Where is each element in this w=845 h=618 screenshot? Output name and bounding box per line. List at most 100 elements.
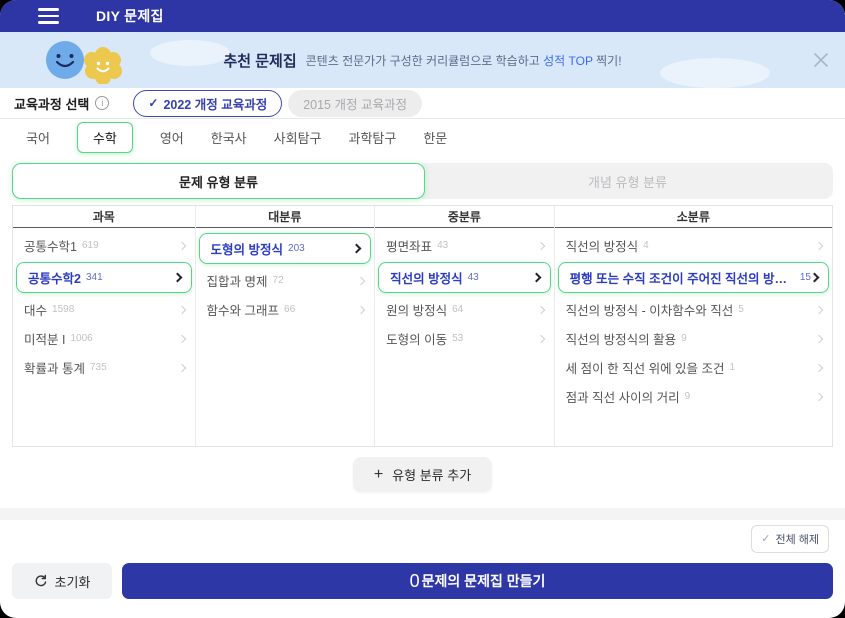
add-type-classification-button[interactable]: + 유형 분류 추가: [353, 457, 492, 492]
subject-tab[interactable]: 과학탐구: [349, 128, 397, 147]
subject-tab[interactable]: 국어: [26, 128, 50, 147]
item-label: 점과 직선 사이의 거리: [566, 387, 680, 406]
item-label: 함수와 그래프: [207, 300, 279, 319]
list-item[interactable]: 도형의 이동 53: [375, 324, 554, 353]
curriculum-select-label: 교육과정 선택: [14, 94, 89, 113]
item-label: 도형의 이동: [386, 329, 447, 348]
item-count: 43: [437, 240, 448, 251]
chevron-right-icon: [815, 305, 823, 313]
subject-tab[interactable]: 영어: [160, 128, 184, 147]
banner-title: 추천 문제집: [223, 50, 296, 71]
chevron-right-icon: [177, 241, 185, 249]
item-label: 원의 방정식: [386, 300, 447, 319]
list-item[interactable]: 대수1598: [13, 295, 195, 324]
table-column: 중분류평면좌표43직선의 방정식43원의 방정식64도형의 이동53: [375, 206, 555, 446]
info-icon[interactable]: i: [95, 96, 109, 110]
table-column: 대분류도형의 방정식203집합과 명제72함수와 그래프66: [196, 206, 376, 446]
subject-tab[interactable]: 한문: [423, 128, 447, 147]
curriculum-select-row: 교육과정 선택 i ✓2022 개정 교육과정2015 개정 교육과정: [0, 88, 845, 118]
list-item[interactable]: 세 점이 한 직선 위에 있을 조건1: [555, 353, 832, 382]
classification-tab[interactable]: 개념 유형 분류: [422, 163, 833, 199]
chevron-right-icon: [531, 273, 541, 283]
banner-description: 콘텐츠 전문가가 구성한 커리큘럼으로 학습하고 성적 TOP 찍기!: [306, 52, 622, 69]
curriculum-option[interactable]: ✓2022 개정 교육과정: [133, 90, 282, 117]
item-label: 직선의 방정식의 활용: [566, 329, 676, 348]
item-count: 64: [452, 304, 463, 315]
list-item[interactable]: 평면좌표 43: [375, 231, 554, 260]
promo-banner: 추천 문제집 콘텐츠 전문가가 구성한 커리큘럼으로 학습하고 성적 TOP 찍…: [0, 32, 845, 88]
item-label: 평면좌표: [386, 236, 432, 255]
list-item[interactable]: 직선의 방정식의 활용9: [555, 324, 832, 353]
table-column: 소분류직선의 방정식4평행 또는 수직 조건이 주어진 직선의 방정식15직선의…: [555, 206, 832, 446]
list-item[interactable]: 공통수학1619: [13, 231, 195, 260]
create-workbook-button[interactable]: 0 문제의 문제집 만들기: [122, 563, 833, 599]
list-item[interactable]: 집합과 명제72: [196, 266, 375, 295]
item-count: 5: [738, 304, 744, 315]
banner-text: 추천 문제집 콘텐츠 전문가가 구성한 커리큘럼으로 학습하고 성적 TOP 찍…: [223, 50, 621, 71]
list-item[interactable]: 점과 직선 사이의 거리 9: [555, 382, 832, 411]
list-item[interactable]: 함수와 그래프 66: [196, 295, 375, 324]
list-item[interactable]: 공통수학2341: [16, 262, 192, 293]
item-count: 43: [468, 272, 479, 283]
curriculum-option[interactable]: 2015 개정 교육과정: [288, 90, 422, 117]
column-list: 도형의 방정식203집합과 명제72 함수와 그래프 66: [196, 228, 375, 324]
item-label: 확률과 통계: [24, 358, 85, 377]
chevron-right-icon: [536, 241, 544, 249]
section-separator: [0, 508, 845, 520]
chevron-right-icon: [815, 392, 823, 400]
classification-tab[interactable]: 문제 유형 분류: [12, 163, 425, 199]
plus-icon: +: [374, 467, 383, 483]
item-count: 4: [643, 240, 649, 251]
column-header: 과목: [13, 206, 195, 228]
item-count: 9: [685, 391, 691, 402]
banner-highlight: 성적 TOP: [543, 54, 593, 68]
deselect-all-button[interactable]: ✓ 전체 해제: [751, 525, 829, 553]
chevron-right-icon: [357, 276, 365, 284]
list-item[interactable]: 평행 또는 수직 조건이 주어진 직선의 방정식15: [558, 262, 829, 293]
list-item[interactable]: 직선의 방정식4: [555, 231, 832, 260]
item-count: 66: [284, 304, 295, 315]
list-item[interactable]: 원의 방정식 64: [375, 295, 554, 324]
list-item[interactable]: 직선의 방정식 - 이차함수와 직선5: [555, 295, 832, 324]
chevron-right-icon: [536, 334, 544, 342]
check-icon: ✓: [761, 532, 770, 545]
classification-table: 과목공통수학1619공통수학2341대수1598미적분 I1006 확률과 통계 7…: [12, 205, 833, 447]
reset-button[interactable]: 초기화: [12, 563, 112, 599]
list-item[interactable]: 확률과 통계 735: [13, 353, 195, 382]
smiley-characters-illustration: [40, 38, 136, 88]
item-count: 72: [273, 275, 284, 286]
subject-tab[interactable]: 한국사: [211, 128, 247, 147]
list-item[interactable]: 직선의 방정식 43: [378, 262, 551, 293]
item-count: 735: [90, 362, 107, 373]
deselect-all-label: 전체 해제: [775, 531, 819, 547]
curriculum-options: ✓2022 개정 교육과정2015 개정 교육과정: [133, 90, 422, 117]
chevron-right-icon: [177, 334, 185, 342]
list-item[interactable]: 도형의 방정식203: [199, 233, 372, 264]
item-label: 공통수학1: [24, 236, 77, 255]
refresh-icon: [34, 574, 48, 588]
item-label: 미적분 I: [24, 329, 65, 348]
subject-tab[interactable]: 수학: [77, 122, 133, 153]
subject-tab[interactable]: 사회탐구: [274, 128, 322, 147]
add-row: + 유형 분류 추가: [0, 457, 845, 492]
deselect-row: ✓ 전체 해제: [0, 520, 845, 557]
chevron-right-icon: [815, 363, 823, 371]
hamburger-menu-icon[interactable]: [38, 8, 59, 23]
item-count: 53: [452, 333, 463, 344]
item-label: 평행 또는 수직 조건이 주어진 직선의 방정식: [570, 268, 795, 287]
problem-count: 0: [410, 571, 420, 592]
create-workbook-label: 문제의 문제집 만들기: [422, 571, 546, 591]
top-app-bar: DIY 문제집: [0, 0, 845, 32]
list-item[interactable]: 미적분 I1006: [13, 324, 195, 353]
item-count: 1: [730, 362, 736, 373]
item-count: 203: [288, 243, 305, 254]
chevron-right-icon: [352, 244, 362, 254]
check-icon: ✓: [148, 96, 158, 110]
item-label: 직선의 방정식: [390, 268, 462, 287]
reset-label: 초기화: [55, 572, 91, 591]
cloud-decoration: [150, 40, 230, 66]
chevron-right-icon: [815, 241, 823, 249]
app-title: DIY 문제집: [96, 6, 164, 26]
column-list: 공통수학1619공통수학2341대수1598미적분 I1006 확률과 통계 735: [13, 228, 195, 382]
close-icon[interactable]: [812, 51, 830, 69]
